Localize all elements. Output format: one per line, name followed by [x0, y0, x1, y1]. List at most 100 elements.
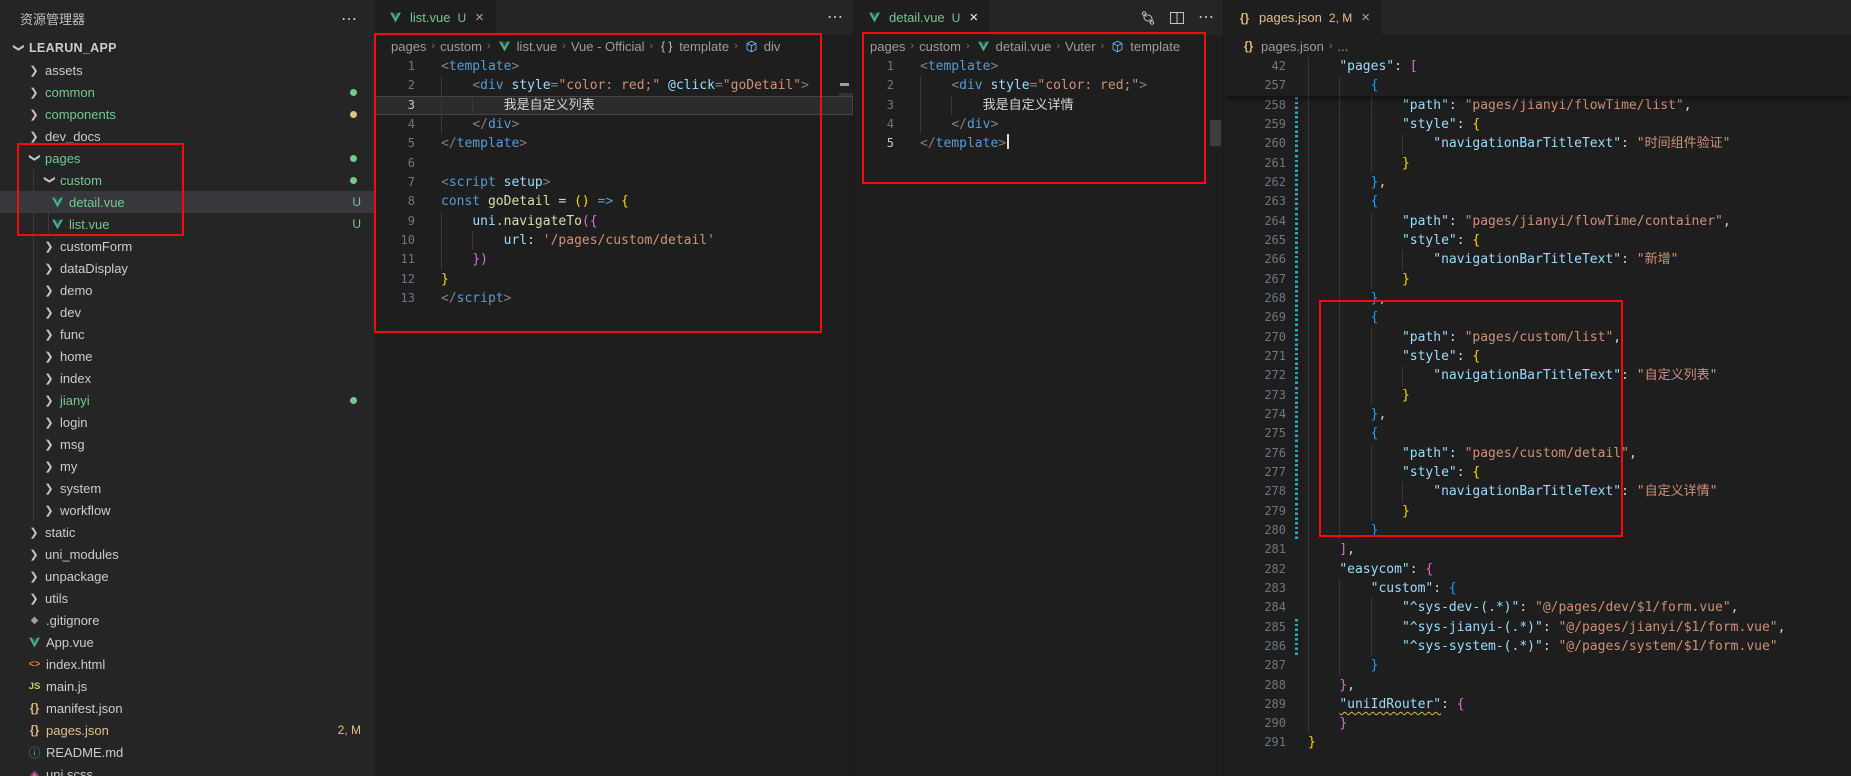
tree-item-login[interactable]: ❯login: [0, 411, 375, 433]
code-line[interactable]: 267 }: [1224, 270, 1851, 289]
code-line[interactable]: 281 ],: [1224, 540, 1851, 559]
tree-item-unpackage[interactable]: ❯unpackage: [0, 565, 375, 587]
more-icon[interactable]: ⋯: [1198, 10, 1214, 26]
code-line[interactable]: 274 },: [1224, 405, 1851, 424]
code-line[interactable]: 11 }): [375, 250, 853, 269]
code-line[interactable]: 280 }: [1224, 521, 1851, 540]
code-line[interactable]: 4 </div>: [375, 115, 853, 134]
breadcrumb-item-detail.vue[interactable]: detail.vue: [975, 39, 1052, 54]
code-line[interactable]: 287 }: [1224, 656, 1851, 675]
tree-item-pages[interactable]: ❯pages: [0, 147, 375, 169]
tab-list.vue[interactable]: list.vueU×: [375, 0, 496, 35]
tab-detail.vue[interactable]: detail.vueU×: [854, 0, 990, 35]
code-line[interactable]: 42 "pages": [: [1224, 57, 1851, 76]
code-line[interactable]: 265 "style": {: [1224, 231, 1851, 250]
code-line[interactable]: 279 }: [1224, 502, 1851, 521]
tree-item-msg[interactable]: ❯msg: [0, 433, 375, 455]
tree-item-demo[interactable]: ❯demo: [0, 279, 375, 301]
code-line[interactable]: 261 }: [1224, 154, 1851, 173]
code-line[interactable]: 290 }: [1224, 714, 1851, 733]
code-line[interactable]: 277 "style": {: [1224, 463, 1851, 482]
code-line[interactable]: 13</script>: [375, 289, 853, 308]
code-line[interactable]: 1<template>: [375, 57, 853, 76]
breadcrumb-item-...[interactable]: ...: [1338, 39, 1349, 54]
code-line[interactable]: 7<script setup>: [375, 173, 853, 192]
code-line[interactable]: 5</template>: [854, 134, 1224, 153]
breadcrumb-item-custom[interactable]: custom: [440, 39, 482, 54]
tree-item-main.js[interactable]: JSmain.js: [0, 675, 375, 697]
close-icon[interactable]: ×: [969, 10, 978, 25]
code-line[interactable]: 288 },: [1224, 676, 1851, 695]
code-line[interactable]: 276 "path": "pages/custom/detail",: [1224, 444, 1851, 463]
tree-item-uni.scss[interactable]: ◈uni.scss: [0, 763, 375, 776]
code-line[interactable]: 269 {: [1224, 308, 1851, 327]
tree-item-custom[interactable]: ❯custom: [0, 169, 375, 191]
code-line[interactable]: 6: [375, 154, 853, 173]
tree-item-home[interactable]: ❯home: [0, 345, 375, 367]
breadcrumb-item-div[interactable]: div: [743, 39, 781, 54]
tree-item-detail.vue[interactable]: detail.vueU: [0, 191, 375, 213]
tree-item-utils[interactable]: ❯utils: [0, 587, 375, 609]
tree-item-customForm[interactable]: ❯customForm: [0, 235, 375, 257]
breadcrumb-item-pages.json[interactable]: {}pages.json: [1240, 39, 1324, 54]
tree-item-components[interactable]: ❯components: [0, 103, 375, 125]
close-icon[interactable]: ×: [475, 10, 484, 25]
code-line[interactable]: 273 }: [1224, 386, 1851, 405]
code-line[interactable]: 284 "^sys-dev-(.*)": "@/pages/dev/$1/for…: [1224, 598, 1851, 617]
tree-item-static[interactable]: ❯static: [0, 521, 375, 543]
code-line[interactable]: 257 {: [1224, 76, 1851, 95]
tree-item-workflow[interactable]: ❯workflow: [0, 499, 375, 521]
tree-item-dev[interactable]: ❯dev: [0, 301, 375, 323]
code-line[interactable]: 4 </div>: [854, 115, 1224, 134]
code-line[interactable]: 259 "style": {: [1224, 115, 1851, 134]
tree-item-index.html[interactable]: <>index.html: [0, 653, 375, 675]
tree-item-README.md[interactable]: ⓘREADME.md: [0, 741, 375, 763]
code-line[interactable]: 285 "^sys-jianyi-(.*)": "@/pages/jianyi/…: [1224, 618, 1851, 637]
code-line[interactable]: 10 url: '/pages/custom/detail': [375, 231, 853, 250]
code-line[interactable]: 1<template>: [854, 57, 1224, 76]
breadcrumb-item-template[interactable]: template: [1109, 39, 1180, 54]
code-line[interactable]: 289 "uniIdRouter": {: [1224, 695, 1851, 714]
tree-item-assets[interactable]: ❯assets: [0, 59, 375, 81]
code-line[interactable]: 271 "style": {: [1224, 347, 1851, 366]
tree-item-system[interactable]: ❯system: [0, 477, 375, 499]
code-line[interactable]: 272 "navigationBarTitleText": "自定义列表": [1224, 366, 1851, 385]
close-icon[interactable]: ×: [1361, 10, 1370, 25]
code-line[interactable]: 278 "navigationBarTitleText": "自定义详情": [1224, 482, 1851, 501]
more-icon[interactable]: ⋯: [827, 10, 843, 26]
breadcrumb-item-custom[interactable]: custom: [919, 39, 961, 54]
code-line[interactable]: 275 {: [1224, 424, 1851, 443]
breadcrumb-item-list.vue[interactable]: list.vue: [496, 39, 557, 54]
tree-item-manifest.json[interactable]: {}manifest.json: [0, 697, 375, 719]
code-line[interactable]: 2 <div style="color: red;" @click="goDet…: [375, 76, 853, 95]
code-line[interactable]: 291}: [1224, 733, 1851, 752]
compare-icon[interactable]: [1140, 10, 1156, 26]
code-line[interactable]: 9 uni.navigateTo({: [375, 212, 853, 231]
code-line[interactable]: 260 "navigationBarTitleText": "时间组件验证": [1224, 134, 1851, 153]
tree-item-my[interactable]: ❯my: [0, 455, 375, 477]
breadcrumb-item-pages[interactable]: pages: [870, 39, 905, 54]
code-line[interactable]: 3 我是自定义列表: [375, 96, 853, 115]
code-line[interactable]: 282 "easycom": {: [1224, 560, 1851, 579]
code-line[interactable]: 283 "custom": {: [1224, 579, 1851, 598]
code-line[interactable]: 3 我是自定义详情: [854, 96, 1224, 115]
tree-item-jianyi[interactable]: ❯jianyi: [0, 389, 375, 411]
tree-item-uni_modules[interactable]: ❯uni_modules: [0, 543, 375, 565]
code-line[interactable]: 2 <div style="color: red;">: [854, 76, 1224, 95]
code-line[interactable]: 8const goDetail = () => {: [375, 192, 853, 211]
tree-item-common[interactable]: ❯common: [0, 81, 375, 103]
tree-item-dev_docs[interactable]: ❯dev_docs: [0, 125, 375, 147]
split-icon[interactable]: [1169, 10, 1185, 26]
tree-item-pages.json[interactable]: {}pages.json2, M: [0, 719, 375, 741]
code-line[interactable]: 264 "path": "pages/jianyi/flowTime/conta…: [1224, 212, 1851, 231]
tree-item-App.vue[interactable]: App.vue: [0, 631, 375, 653]
tab-pages.json[interactable]: {}pages.json2, M×: [1224, 0, 1382, 35]
code-line[interactable]: 268 },: [1224, 289, 1851, 308]
code-line[interactable]: 262 },: [1224, 173, 1851, 192]
explorer-more-icon[interactable]: ⋯: [341, 9, 357, 29]
tree-item-func[interactable]: ❯func: [0, 323, 375, 345]
code-line[interactable]: 258 "path": "pages/jianyi/flowTime/list"…: [1224, 96, 1851, 115]
tree-root-folder[interactable]: ❯LEARUN_APP: [0, 37, 375, 59]
code-line[interactable]: 266 "navigationBarTitleText": "新增": [1224, 250, 1851, 269]
breadcrumb-item-pages[interactable]: pages: [391, 39, 426, 54]
